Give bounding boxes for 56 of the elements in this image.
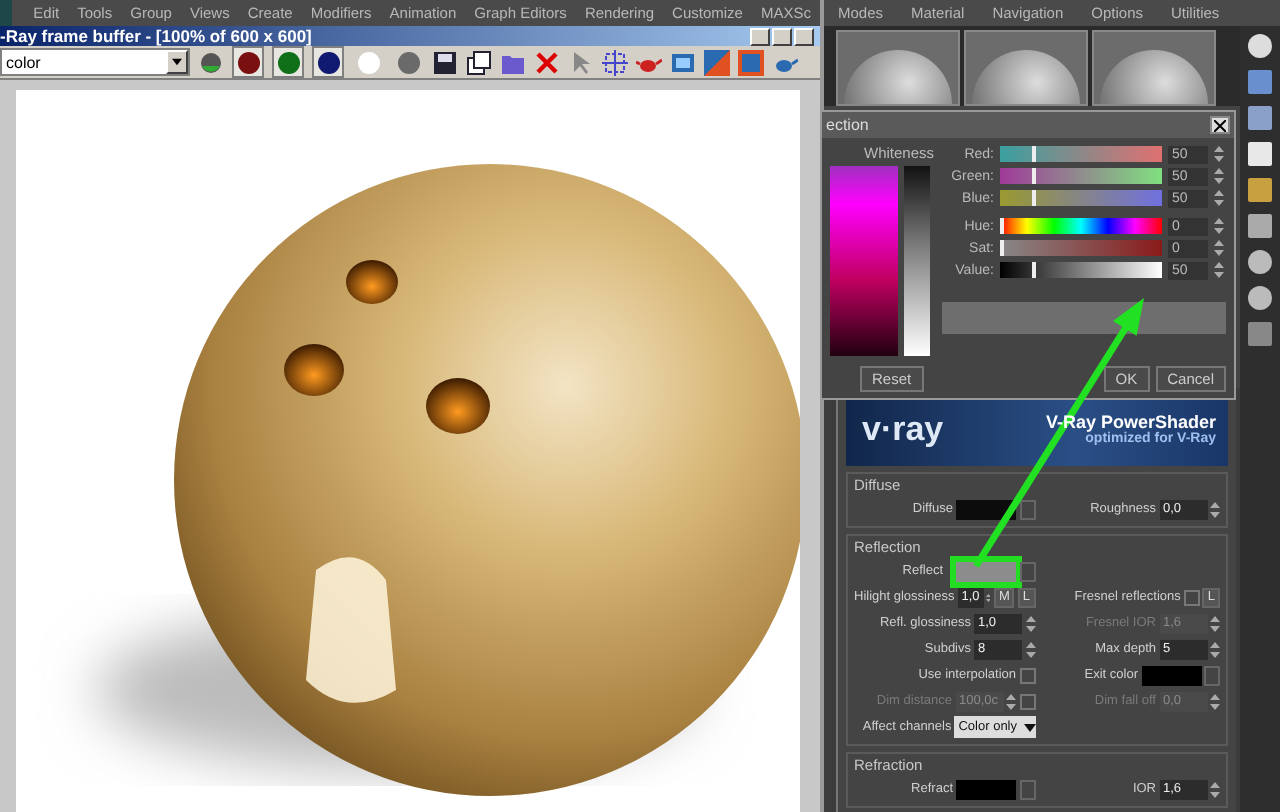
spinner-arrows-icon[interactable]: [1210, 499, 1220, 519]
color-slider[interactable]: [1000, 168, 1162, 184]
spinner-arrows-icon[interactable]: [1006, 691, 1016, 711]
color-swatch[interactable]: [1141, 665, 1201, 685]
spinner-arrows-icon[interactable]: [1214, 260, 1224, 280]
sample-slot[interactable]: [1092, 30, 1216, 106]
copy-icon[interactable]: [466, 49, 492, 75]
sample-slot[interactable]: [836, 30, 960, 106]
slider-thumb[interactable]: [1031, 168, 1036, 184]
map-slot[interactable]: [1019, 499, 1035, 519]
rgb-channels-icon[interactable]: [198, 49, 224, 75]
spinner-arrows-icon[interactable]: [1214, 188, 1224, 208]
sample-slot[interactable]: [964, 30, 1088, 106]
slider-thumb[interactable]: [1031, 190, 1036, 206]
region-icon[interactable]: [602, 49, 628, 75]
compare-icon[interactable]: [738, 49, 764, 75]
color-slider[interactable]: [1000, 146, 1162, 162]
x-icon[interactable]: [534, 49, 560, 75]
maximize-button[interactable]: [772, 27, 792, 45]
close-button[interactable]: [1210, 116, 1230, 134]
spinner-arrows-icon[interactable]: [1210, 639, 1220, 659]
sphere-icon[interactable]: [1248, 34, 1272, 58]
map-slot[interactable]: [1019, 561, 1035, 581]
slider-thumb[interactable]: [1031, 262, 1036, 278]
spinner-arrows-icon[interactable]: [1025, 639, 1035, 659]
spinner-arrows-icon[interactable]: [1210, 691, 1220, 711]
spinner-arrows-icon[interactable]: [1214, 238, 1224, 258]
dialog-title: ection: [826, 116, 869, 134]
checkbox[interactable]: [1183, 589, 1200, 605]
cursor-icon[interactable]: [568, 49, 594, 75]
close-icon: [1214, 119, 1226, 131]
spinner-arrows-icon[interactable]: [1214, 166, 1224, 186]
whiteness-bar[interactable]: [904, 166, 930, 356]
checkbox[interactable]: [1019, 667, 1035, 683]
window-title: -Ray frame buffer - [100% of 600 x 600]: [0, 26, 312, 46]
logo-text: v·ray: [862, 409, 944, 449]
channel-dropdown[interactable]: color: [0, 48, 190, 76]
slider-thumb[interactable]: [1031, 146, 1036, 162]
color-slider[interactable]: [1000, 262, 1162, 278]
spinner-arrows-icon[interactable]: [1210, 613, 1220, 633]
spinner-arrows-icon[interactable]: [1025, 613, 1035, 633]
hue-picker[interactable]: [830, 166, 898, 356]
color-swatch[interactable]: [956, 779, 1016, 799]
spinner-arrows-icon[interactable]: [1214, 216, 1224, 236]
color-slider[interactable]: [1000, 240, 1162, 256]
color-swatch[interactable]: [956, 561, 1016, 581]
spinner-arrows-icon[interactable]: [1214, 144, 1224, 164]
color-slider[interactable]: [1000, 218, 1162, 234]
spinner-arrows-icon[interactable]: [1210, 779, 1220, 799]
caret-icon: [172, 58, 182, 66]
save-icon[interactable]: [432, 49, 458, 75]
display-icon[interactable]: [670, 49, 696, 75]
compare-icon[interactable]: [704, 49, 730, 75]
minimize-button[interactable]: [750, 27, 770, 45]
color-slider[interactable]: [1000, 190, 1162, 206]
caret-icon: [1023, 721, 1035, 733]
